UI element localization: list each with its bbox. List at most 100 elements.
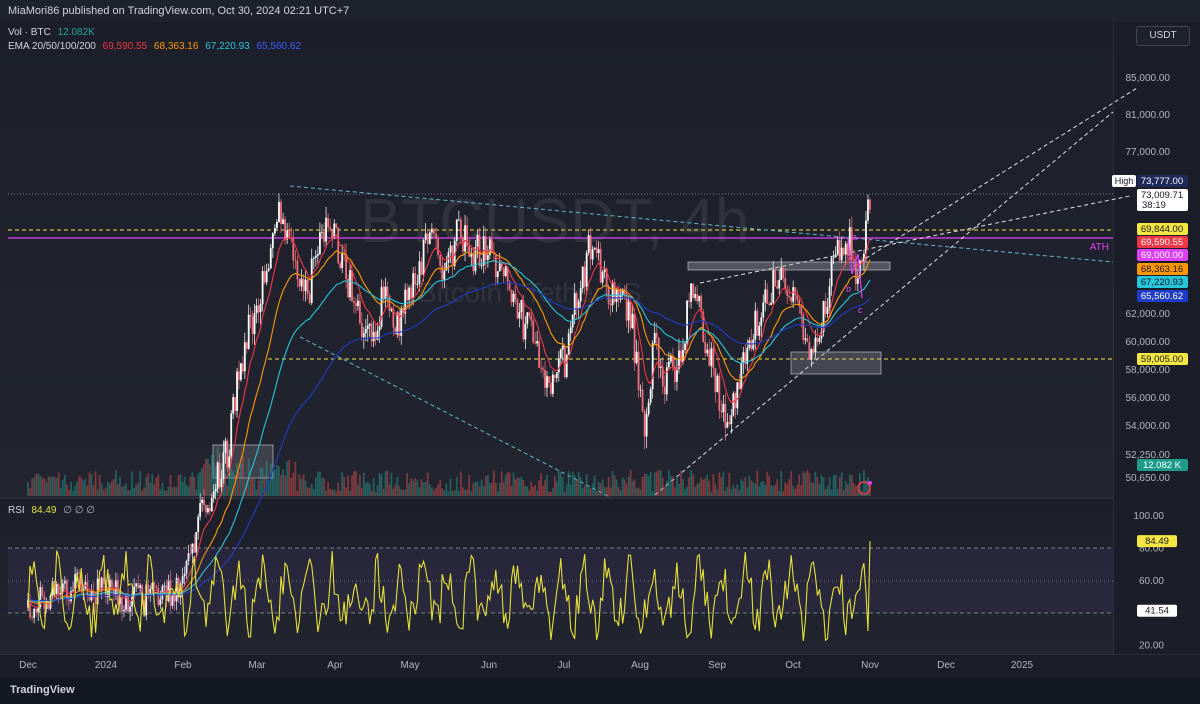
candle-body — [474, 247, 477, 272]
candle-body — [524, 323, 527, 340]
volume-bar — [734, 488, 737, 496]
candle-body — [238, 371, 240, 380]
price-tag[interactable]: 73,777.00 High — [1112, 175, 1188, 187]
volume-bar — [335, 491, 338, 496]
volume-bar — [430, 487, 433, 496]
volume-bar — [119, 476, 121, 496]
candle-body — [323, 231, 325, 242]
candle-body — [631, 313, 634, 329]
candle-body — [796, 295, 799, 300]
candle-body — [730, 415, 733, 425]
price-tag-value: 69,590.55 — [1141, 237, 1183, 248]
candle-body — [577, 301, 580, 309]
price-tag[interactable]: 69,844.00 — [1137, 223, 1188, 235]
candle-body — [261, 271, 264, 305]
candle-body — [364, 328, 367, 334]
volume-bar — [94, 471, 97, 496]
price-tag[interactable]: 59,005.00 — [1137, 353, 1188, 365]
price-tag[interactable]: 67,220.93 — [1137, 276, 1188, 288]
rsi-tag[interactable]: 41.54 — [1137, 604, 1177, 617]
candle-body — [496, 271, 499, 278]
volume-bar — [98, 474, 101, 496]
candle-body — [563, 345, 566, 378]
candle-body — [694, 294, 697, 298]
candle-body — [520, 300, 523, 313]
price-tag[interactable]: 69,590.55 — [1137, 236, 1188, 248]
volume-bar — [189, 476, 192, 496]
volume-bar — [378, 473, 381, 496]
volume-bar — [306, 487, 309, 496]
volume-bar — [552, 488, 554, 496]
volume-bar — [854, 486, 857, 496]
volume-bar — [100, 483, 103, 496]
vol-legend[interactable]: Vol · BTC 12.082K — [8, 27, 99, 38]
currency-button[interactable]: USDT — [1136, 26, 1190, 46]
volume-bar — [392, 488, 395, 496]
candle-body — [433, 228, 435, 234]
volume-bar — [420, 479, 423, 496]
price-tag[interactable]: 68,363.16 — [1137, 263, 1188, 275]
candle-body — [480, 265, 483, 267]
candle-body — [304, 279, 307, 292]
chart-svg: BTCUSDT, 4h Bitcoin / TetherUS ATH a b c… — [8, 73, 1188, 671]
volume-bar — [406, 473, 409, 496]
zone-support[interactable] — [790, 351, 882, 375]
candle-body — [649, 389, 652, 403]
candle-body — [420, 261, 423, 275]
candle-body — [540, 367, 542, 369]
volume-bar — [185, 484, 188, 496]
volume-bar — [302, 474, 305, 496]
candle-body — [321, 231, 323, 233]
rsi-axis-label: 100.00 — [1133, 511, 1164, 522]
volume-bar — [70, 481, 72, 496]
price-tag[interactable]: 69,000.00 — [1137, 249, 1188, 261]
ema-legend[interactable]: EMA 20/50/100/200 69,590.55 68,363.16 67… — [8, 41, 305, 52]
candle-body — [561, 345, 564, 350]
volume-bar — [339, 490, 342, 496]
candle-body — [635, 351, 638, 363]
volume-bar — [824, 489, 827, 496]
candle-body — [567, 333, 570, 355]
volume-bar — [698, 482, 701, 496]
volume-bar — [433, 490, 435, 496]
rsi-legend-extra: ∅ ∅ ∅ — [63, 505, 95, 516]
volume-bar — [508, 472, 511, 496]
volume-bar — [57, 472, 60, 496]
volume-bar — [478, 486, 481, 496]
candle-body — [472, 254, 475, 272]
trendline-channel-lower — [654, 111, 1114, 496]
price-tag[interactable]: 12.082 K — [1137, 459, 1188, 471]
candle-body — [500, 263, 503, 269]
candle-body — [504, 266, 507, 276]
price-tag[interactable]: 73,009.7138:19 — [1137, 189, 1188, 211]
candle-body — [722, 403, 725, 413]
rsi-tag[interactable]: 84.49 — [1137, 535, 1177, 548]
volume-bar — [441, 488, 444, 496]
volume-bar — [536, 490, 539, 496]
time-axis-label: May — [401, 660, 420, 671]
candle-body — [682, 349, 684, 363]
price-tag[interactable]: 65,560.62 — [1137, 290, 1188, 302]
candle-body — [804, 338, 807, 340]
candle-body — [810, 349, 813, 360]
candle-body — [770, 302, 773, 305]
volume-bar — [599, 483, 602, 496]
volume-bar — [351, 475, 353, 496]
candle-body — [585, 252, 588, 287]
volume-bar — [123, 485, 125, 496]
volume-bar — [647, 475, 650, 496]
candle-body — [834, 254, 837, 258]
candle-body — [280, 201, 282, 224]
candle-body — [669, 355, 672, 362]
rsi-legend[interactable]: RSI 84.49 ∅ ∅ ∅ — [8, 505, 99, 516]
volume-bar — [502, 481, 505, 496]
candle-body — [637, 351, 640, 390]
volume-bar — [484, 476, 487, 496]
volume-bar — [278, 466, 280, 496]
volume-bar — [92, 485, 95, 496]
volume-bar — [762, 480, 765, 496]
candle-body — [573, 293, 576, 315]
volume-bar — [788, 479, 791, 496]
volume-bar — [593, 475, 596, 496]
vol-legend-value: 12.082K — [57, 27, 95, 38]
